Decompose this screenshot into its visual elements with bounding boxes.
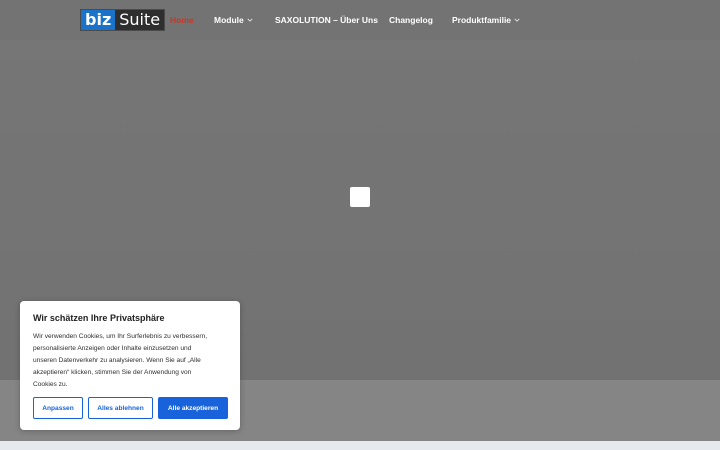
loading-spinner <box>350 187 370 207</box>
cookie-text-line: Cookies zu. <box>33 381 68 388</box>
cookie-text-line: akzeptieren“ klicken, stimmen Sie der An… <box>33 369 192 376</box>
cookie-text-line: personalisierte Anzeigen oder Inhalte ei… <box>33 345 192 352</box>
nav-item-home[interactable]: Home <box>170 15 214 25</box>
cookie-banner-text: Wir verwenden Cookies, um Ihr Surferlebn… <box>33 331 227 391</box>
chevron-down-icon <box>514 18 520 22</box>
accept-all-button[interactable]: Alle akzeptieren <box>158 397 228 419</box>
cookie-banner-title: Wir schätzen Ihre Privatsphäre <box>33 313 165 323</box>
nav-item-about[interactable]: SAXOLUTION – Über Uns <box>275 15 389 25</box>
nav-item-label: Module <box>214 15 244 25</box>
logo-part-biz: biz <box>81 10 116 30</box>
nav-item-label: Produktfamilie <box>452 15 512 25</box>
cookie-text-line: unseren Datenverkehr zu analysieren. Wen… <box>33 357 201 364</box>
nav-item-label: Changelog <box>389 15 433 25</box>
cookie-text-line: Wir verwenden Cookies, um Ihr Surferlebn… <box>33 333 208 340</box>
nav-item-label: Home <box>170 15 194 25</box>
customize-button[interactable]: Anpassen <box>33 397 83 419</box>
site-logo[interactable]: biz Suite <box>80 9 166 31</box>
main-navigation: Home Module SAXOLUTION – Über Uns Change… <box>170 13 520 27</box>
nav-item-module[interactable]: Module <box>214 15 275 25</box>
nav-item-changelog[interactable]: Changelog <box>389 15 452 25</box>
logo-part-suite: Suite <box>115 10 165 30</box>
cookie-button-group: Anpassen Alles ablehnen Alle akzeptieren <box>33 397 228 419</box>
cookie-consent-banner: Wir schätzen Ihre Privatsphäre Wir verwe… <box>20 301 240 430</box>
nav-item-label: SAXOLUTION – Über Uns <box>275 15 378 25</box>
chevron-down-icon <box>247 18 253 22</box>
reject-all-button[interactable]: Alles ablehnen <box>88 397 153 419</box>
nav-item-produktfamilie[interactable]: Produktfamilie <box>452 15 520 25</box>
